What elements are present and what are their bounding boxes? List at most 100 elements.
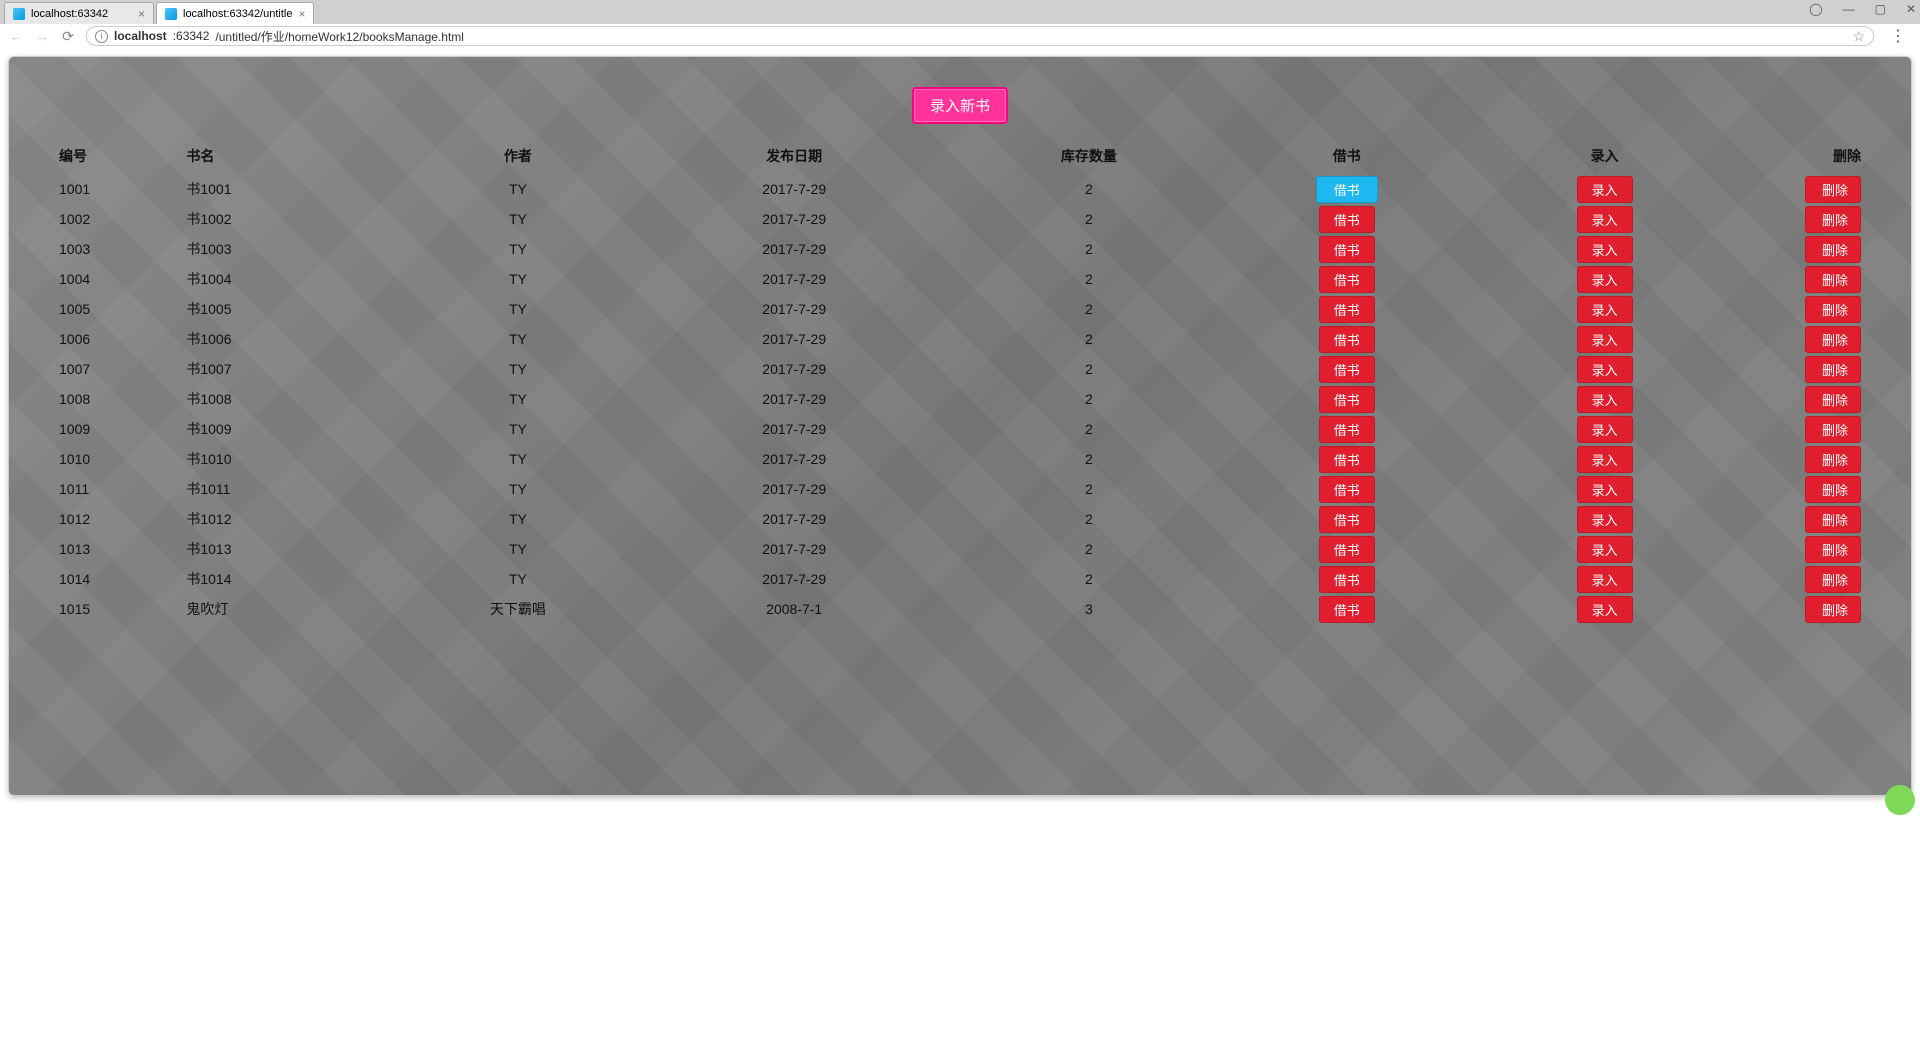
delete-button[interactable]: 删除: [1805, 386, 1861, 413]
borrow-button[interactable]: 借书: [1319, 326, 1375, 353]
borrow-button[interactable]: 借书: [1319, 356, 1375, 383]
borrow-button[interactable]: 借书: [1319, 596, 1375, 623]
borrow-button[interactable]: 借书: [1319, 266, 1375, 293]
borrow-button-cell: 借书: [1218, 324, 1476, 354]
table-row: 1013书1013TY2017-7-292借书录入删除: [39, 534, 1881, 564]
browser-chrome: ◯ — ▢ ✕ localhost:63342 × localhost:6334…: [0, 0, 1920, 48]
borrow-button[interactable]: 借书: [1319, 236, 1375, 263]
reload-icon[interactable]: ⟳: [60, 28, 76, 45]
delete-button-cell: 删除: [1734, 324, 1881, 354]
enter-button[interactable]: 录入: [1577, 596, 1633, 623]
delete-button-cell: 删除: [1734, 204, 1881, 234]
cell-name: 书1004: [186, 264, 407, 294]
borrow-button[interactable]: 借书: [1319, 476, 1375, 503]
delete-button[interactable]: 删除: [1805, 176, 1861, 203]
borrow-button[interactable]: 借书: [1319, 416, 1375, 443]
cell-date: 2017-7-29: [628, 534, 960, 564]
cell-author: TY: [407, 474, 628, 504]
borrow-button[interactable]: 借书: [1319, 206, 1375, 233]
delete-button[interactable]: 删除: [1805, 416, 1861, 443]
table-row: 1001书1001TY2017-7-292借书录入删除: [39, 174, 1881, 204]
enter-button[interactable]: 录入: [1577, 176, 1633, 203]
header-delete: 删除: [1734, 144, 1881, 174]
borrow-button[interactable]: 借书: [1319, 296, 1375, 323]
delete-button[interactable]: 删除: [1805, 356, 1861, 383]
borrow-button[interactable]: 借书: [1319, 566, 1375, 593]
browser-menu-icon[interactable]: ⋮: [1884, 26, 1912, 46]
cell-stock: 2: [960, 204, 1218, 234]
add-book-button[interactable]: 录入新书: [912, 87, 1008, 124]
site-info-icon[interactable]: i: [95, 30, 108, 43]
cell-name: 书1009: [186, 414, 407, 444]
enter-button[interactable]: 录入: [1577, 446, 1633, 473]
enter-button[interactable]: 录入: [1577, 386, 1633, 413]
forward-icon[interactable]: →: [34, 28, 50, 44]
delete-button[interactable]: 删除: [1805, 236, 1861, 263]
delete-button[interactable]: 删除: [1805, 596, 1861, 623]
enter-button[interactable]: 录入: [1577, 536, 1633, 563]
cell-stock: 2: [960, 174, 1218, 204]
delete-button[interactable]: 删除: [1805, 206, 1861, 233]
favicon-icon: [165, 8, 177, 20]
borrow-button[interactable]: 借书: [1319, 446, 1375, 473]
cell-date: 2017-7-29: [628, 384, 960, 414]
cell-date: 2017-7-29: [628, 564, 960, 594]
borrow-button-cell: 借书: [1218, 294, 1476, 324]
delete-button[interactable]: 删除: [1805, 506, 1861, 533]
borrow-button[interactable]: 借书: [1316, 176, 1378, 203]
close-tab-icon[interactable]: ×: [298, 7, 305, 21]
cell-stock: 2: [960, 444, 1218, 474]
browser-tab[interactable]: localhost:63342/untitle ×: [156, 2, 314, 24]
cell-name: 书1001: [186, 174, 407, 204]
delete-button[interactable]: 删除: [1805, 566, 1861, 593]
delete-button[interactable]: 删除: [1805, 476, 1861, 503]
delete-button[interactable]: 删除: [1805, 266, 1861, 293]
cell-author: TY: [407, 504, 628, 534]
delete-button-cell: 删除: [1734, 234, 1881, 264]
enter-button[interactable]: 录入: [1577, 506, 1633, 533]
url-host: localhost: [114, 29, 167, 43]
enter-button-cell: 录入: [1476, 204, 1734, 234]
table-header-row: 编号 书名 作者 发布日期 库存数量 借书 录入 删除: [39, 144, 1881, 174]
address-bar[interactable]: i localhost:63342/untitled/作业/homeWork12…: [86, 26, 1874, 46]
enter-button[interactable]: 录入: [1577, 206, 1633, 233]
browser-tab[interactable]: localhost:63342 ×: [4, 2, 154, 24]
bookmark-star-icon[interactable]: ☆: [1852, 28, 1865, 45]
delete-button[interactable]: 删除: [1805, 446, 1861, 473]
enter-button[interactable]: 录入: [1577, 296, 1633, 323]
delete-button-cell: 删除: [1734, 534, 1881, 564]
delete-button[interactable]: 删除: [1805, 536, 1861, 563]
close-tab-icon[interactable]: ×: [138, 7, 145, 21]
delete-button[interactable]: 删除: [1805, 326, 1861, 353]
table-row: 1008书1008TY2017-7-292借书录入删除: [39, 384, 1881, 414]
borrow-button[interactable]: 借书: [1319, 506, 1375, 533]
cell-stock: 2: [960, 264, 1218, 294]
enter-button[interactable]: 录入: [1577, 566, 1633, 593]
enter-button[interactable]: 录入: [1577, 416, 1633, 443]
cell-name: 书1006: [186, 324, 407, 354]
borrow-button[interactable]: 借书: [1319, 386, 1375, 413]
user-icon[interactable]: ◯: [1809, 2, 1822, 16]
cell-stock: 2: [960, 474, 1218, 504]
cell-date: 2017-7-29: [628, 234, 960, 264]
borrow-button[interactable]: 借书: [1319, 536, 1375, 563]
cell-author: TY: [407, 534, 628, 564]
enter-button-cell: 录入: [1476, 474, 1734, 504]
enter-button[interactable]: 录入: [1577, 236, 1633, 263]
enter-button-cell: 录入: [1476, 324, 1734, 354]
floating-action-button[interactable]: [1885, 785, 1915, 815]
enter-button[interactable]: 录入: [1577, 356, 1633, 383]
enter-button[interactable]: 录入: [1577, 326, 1633, 353]
tab-title: localhost:63342/untitle: [183, 8, 292, 20]
enter-button[interactable]: 录入: [1577, 266, 1633, 293]
maximize-icon[interactable]: ▢: [1875, 2, 1886, 16]
delete-button[interactable]: 删除: [1805, 296, 1861, 323]
enter-button[interactable]: 录入: [1577, 476, 1633, 503]
back-icon[interactable]: ←: [8, 28, 24, 44]
cell-id: 1011: [39, 474, 186, 504]
cell-id: 1002: [39, 204, 186, 234]
close-window-icon[interactable]: ✕: [1906, 2, 1916, 16]
table-row: 1003书1003TY2017-7-292借书录入删除: [39, 234, 1881, 264]
minimize-icon[interactable]: —: [1843, 2, 1855, 16]
enter-button-cell: 录入: [1476, 564, 1734, 594]
